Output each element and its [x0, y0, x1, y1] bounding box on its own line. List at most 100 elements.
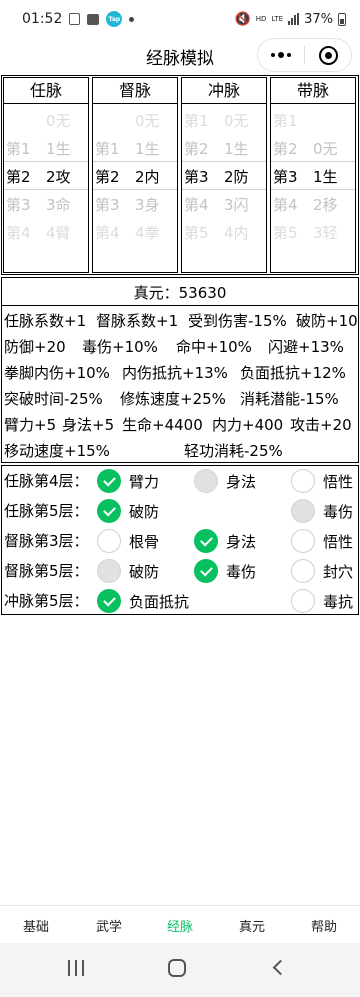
picker-option[interactable]: 0无: [4, 107, 88, 135]
picker-option[interactable]: 第2 0无: [271, 135, 355, 163]
option-checkbox[interactable]: 毒抗: [291, 588, 353, 614]
recent-apps-icon[interactable]: [68, 960, 84, 976]
picker-option-selected[interactable]: 第2 2内: [93, 163, 177, 191]
empty-circle-icon: [291, 529, 315, 553]
picker-wheel[interactable]: 第1 0无 第2 1生 第3 2防 第4 3闪 第5 4内: [182, 105, 266, 272]
tab-basic[interactable]: 基础: [23, 916, 49, 935]
stat-item: 破防+10: [296, 312, 358, 330]
stat-item: 消耗潜能-15%: [240, 390, 339, 408]
option-checkbox[interactable]: 悟性: [291, 528, 353, 554]
disabled-circle-icon: [194, 469, 218, 493]
lte-indicator: LTE: [271, 14, 284, 23]
tab-martial-arts[interactable]: 武学: [96, 916, 122, 935]
layer-label: 督脉第3层：: [4, 532, 89, 550]
system-navigation-bar: [0, 943, 360, 997]
stat-item: 内伤抵抗+13%: [122, 364, 228, 382]
option-checkbox[interactable]: 毒伤: [291, 498, 353, 524]
option-checkbox[interactable]: 封穴: [291, 558, 353, 584]
notification-dot-icon: [129, 16, 135, 22]
layer-label: 任脉第4层：: [4, 472, 89, 490]
close-miniprogram-icon: [318, 45, 338, 65]
picker-option[interactable]: 第1 0无: [182, 107, 266, 135]
picker-option[interactable]: 第5 4内: [182, 219, 266, 247]
picker-option-selected[interactable]: 第3 1生: [271, 163, 355, 191]
zhenyuan-total: 真元：53630: [133, 284, 227, 302]
back-icon[interactable]: [272, 959, 289, 976]
stat-item: 修炼速度+25%: [120, 390, 226, 408]
picker-wheel[interactable]: 0无 第1 1生 第2 2内 第3 3身 第4 4拳: [93, 105, 177, 272]
layer-row: 任脉第4层： 臂力 身法 悟性: [2, 466, 358, 496]
stat-item: 闪避+13%: [268, 338, 344, 356]
option-checkbox[interactable]: 负面抵抗: [97, 588, 189, 614]
stat-item: 督脉系数+1: [96, 312, 179, 330]
gallery-icon: [87, 13, 100, 25]
layer-row: 冲脉第5层： 负面抵抗 毒抗: [2, 586, 358, 616]
stat-item: 内力+400: [212, 416, 284, 434]
picker-chong[interactable]: 冲脉 第1 0无 第2 1生 第3 2防 第4 3闪 第5 4内: [181, 77, 267, 273]
option-checkbox[interactable]: 毒伤: [194, 558, 256, 584]
picker-dai[interactable]: 带脉 第1 第2 0无 第3 1生 第4 2移 第5 3轻: [270, 77, 356, 273]
picker-option[interactable]: 第4 2移: [271, 191, 355, 219]
picker-option[interactable]: 第1: [271, 107, 355, 135]
picker-wheel[interactable]: 第1 第2 0无 第3 1生 第4 2移 第5 3轻: [271, 105, 355, 272]
empty-circle-icon: [97, 529, 121, 553]
option-checkbox[interactable]: 身法: [194, 468, 256, 494]
more-icon: [278, 52, 284, 58]
layer-label: 冲脉第5层：: [4, 592, 89, 610]
tab-help[interactable]: 帮助: [311, 916, 337, 935]
picker-title: 督脉: [93, 78, 177, 104]
option-checkbox[interactable]: 根骨: [97, 528, 159, 554]
picker-option[interactable]: 第4 4拳: [93, 219, 177, 247]
stat-item: 臂力+5: [4, 416, 57, 434]
picker-du[interactable]: 督脉 0无 第1 1生 第2 2内 第3 3身 第4 4拳: [92, 77, 178, 273]
picker-option[interactable]: 第5 3轻: [271, 219, 355, 247]
picker-option[interactable]: 第1 1生: [4, 135, 88, 163]
picker-option[interactable]: 第2 1生: [182, 135, 266, 163]
picker-option[interactable]: 第1 1生: [93, 135, 177, 163]
layer-label: 督脉第5层：: [4, 562, 89, 580]
battery-icon: [338, 12, 346, 26]
layer-options-panel: 任脉第4层： 臂力 身法 悟性 任脉第5层： 破防 毒伤 督脉第3层： 根骨 身…: [1, 465, 359, 615]
home-icon[interactable]: [168, 959, 186, 977]
more-button[interactable]: [258, 39, 304, 71]
picker-option[interactable]: 第4 3闪: [182, 191, 266, 219]
option-checkbox[interactable]: 身法: [194, 528, 256, 554]
option-checkbox[interactable]: 悟性: [291, 468, 353, 494]
tab-meridians[interactable]: 经脉: [167, 916, 193, 935]
layer-label: 任脉第5层：: [4, 502, 89, 520]
close-button[interactable]: [305, 39, 351, 71]
picker-title: 任脉: [4, 78, 88, 104]
check-icon: [97, 469, 121, 493]
document-icon: [69, 13, 81, 25]
hd-indicator: HD: [255, 14, 267, 23]
taptap-icon: Tap: [106, 11, 123, 27]
empty-circle-icon: [291, 469, 315, 493]
option-checkbox[interactable]: 破防: [97, 498, 159, 524]
picker-ren[interactable]: 任脉 0无 第1 1生 第2 2攻 第3 3命 第4 4臂: [3, 77, 89, 273]
picker-option[interactable]: 第3 3命: [4, 191, 88, 219]
stat-item: 轻功消耗-25%: [184, 442, 283, 460]
stats-panel: 真元：53630 任脉系数+1 督脉系数+1 受到伤害-15% 破防+10 防御…: [1, 277, 359, 463]
stat-item: 毒伤+10%: [82, 338, 158, 356]
check-icon: [194, 529, 218, 553]
stat-item: 任脉系数+1: [4, 312, 87, 330]
picker-option-selected[interactable]: 第2 2攻: [4, 163, 88, 191]
stat-item: 生命+4400: [122, 416, 203, 434]
picker-option[interactable]: 0无: [93, 107, 177, 135]
picker-option-selected[interactable]: 第3 2防: [182, 163, 266, 191]
picker-wheel[interactable]: 0无 第1 1生 第2 2攻 第3 3命 第4 4臂: [4, 105, 88, 272]
disabled-circle-icon: [291, 499, 315, 523]
option-checkbox[interactable]: 破防: [97, 558, 159, 584]
mute-icon: 🔇: [234, 11, 251, 27]
layer-row: 督脉第3层： 根骨 身法 悟性: [2, 526, 358, 556]
tab-zhenyuan[interactable]: 真元: [239, 916, 265, 935]
picker-option[interactable]: 第4 4臂: [4, 219, 88, 247]
picker-title: 带脉: [271, 78, 355, 104]
stat-item: 攻击+20: [290, 416, 352, 434]
option-checkbox[interactable]: 臂力: [97, 468, 159, 494]
status-bar: 01:52 Tap 🔇 HD LTE 37%: [0, 0, 360, 38]
picker-option[interactable]: 第3 3身: [93, 191, 177, 219]
empty-circle-icon: [291, 589, 315, 613]
stat-item: 拳脚内伤+10%: [4, 364, 110, 382]
check-icon: [194, 559, 218, 583]
